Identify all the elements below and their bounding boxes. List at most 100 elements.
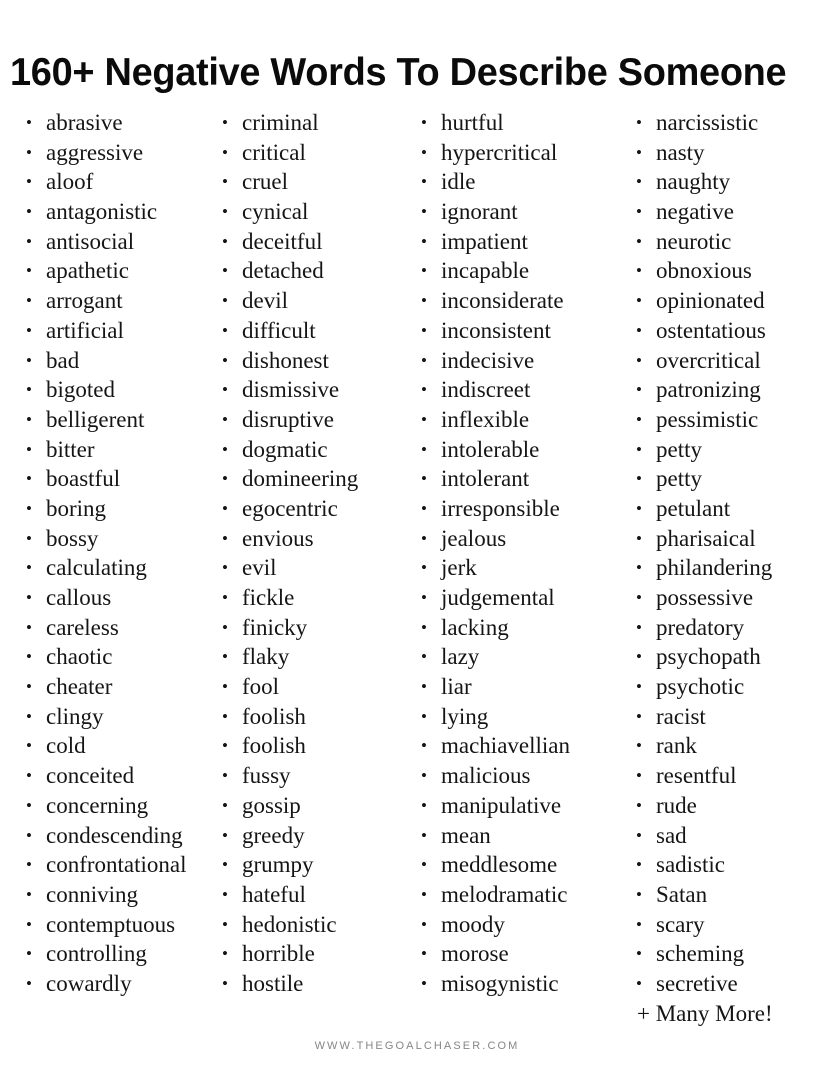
list-item: horrible xyxy=(218,939,416,969)
list-item: flaky xyxy=(218,642,416,672)
list-item: ignorant xyxy=(417,197,627,227)
list-item: scheming xyxy=(632,939,834,969)
list-item: belligerent xyxy=(22,405,218,435)
list-item: confrontational xyxy=(22,850,218,880)
list-item: psychopath xyxy=(632,642,834,672)
list-item: dogmatic xyxy=(218,435,416,465)
list-item: greedy xyxy=(218,821,416,851)
list-item: inconsistent xyxy=(417,316,627,346)
list-item: cold xyxy=(22,731,218,761)
list-item: indiscreet xyxy=(417,375,627,405)
list-item: rank xyxy=(632,731,834,761)
list-item: overcritical xyxy=(632,346,834,376)
list-item: egocentric xyxy=(218,494,416,524)
list-item: obnoxious xyxy=(632,256,834,286)
list-item: bitter xyxy=(22,435,218,465)
list-item: melodramatic xyxy=(417,880,627,910)
list-item: petty xyxy=(632,435,834,465)
word-columns: abrasiveaggressivealoofantagonisticantis… xyxy=(0,108,834,1026)
list-item: fickle xyxy=(218,583,416,613)
list-item: jealous xyxy=(417,524,627,554)
list-item: cheater xyxy=(22,672,218,702)
list-item: moody xyxy=(417,910,627,940)
list-item: calculating xyxy=(22,553,218,583)
list-item: conniving xyxy=(22,880,218,910)
list-item: abrasive xyxy=(22,108,218,138)
list-item: condescending xyxy=(22,821,218,851)
list-item: opinionated xyxy=(632,286,834,316)
list-item: chaotic xyxy=(22,642,218,672)
page-title: 160+ Negative Words To Describe Someone xyxy=(10,50,787,94)
list-item: hateful xyxy=(218,880,416,910)
list-item: psychotic xyxy=(632,672,834,702)
list-item: hurtful xyxy=(417,108,627,138)
list-item: concerning xyxy=(22,791,218,821)
list-item: hypercritical xyxy=(417,138,627,168)
list-item: intolerant xyxy=(417,464,627,494)
list-item: finicky xyxy=(218,613,416,643)
list-item: bossy xyxy=(22,524,218,554)
list-item: morose xyxy=(417,939,627,969)
list-item: pessimistic xyxy=(632,405,834,435)
list-item: scary xyxy=(632,910,834,940)
word-column-1: abrasiveaggressivealoofantagonisticantis… xyxy=(22,108,218,999)
poster-page: 160+ Negative Words To Describe Someone … xyxy=(0,0,834,1080)
list-item: apathetic xyxy=(22,256,218,286)
list-item: controlling xyxy=(22,939,218,969)
list-item: impatient xyxy=(417,227,627,257)
list-item: philandering xyxy=(632,553,834,583)
list-item: fussy xyxy=(218,761,416,791)
list-item: incapable xyxy=(417,256,627,286)
list-item: domineering xyxy=(218,464,416,494)
list-item: boring xyxy=(22,494,218,524)
list-item: narcissistic xyxy=(632,108,834,138)
list-item: lying xyxy=(417,702,627,732)
list-item: petulant xyxy=(632,494,834,524)
list-item: malicious xyxy=(417,761,627,791)
list-item: envious xyxy=(218,524,416,554)
list-item: boastful xyxy=(22,464,218,494)
list-item: foolish xyxy=(218,731,416,761)
list-item: gossip xyxy=(218,791,416,821)
word-list-2: criminalcriticalcruelcynicaldeceitfuldet… xyxy=(218,108,416,999)
list-item: jerk xyxy=(417,553,627,583)
list-item: contemptuous xyxy=(22,910,218,940)
word-column-3: hurtfulhypercriticalidleignorantimpatien… xyxy=(417,108,627,999)
list-item: sad xyxy=(632,821,834,851)
list-item: machiavellian xyxy=(417,731,627,761)
list-item: manipulative xyxy=(417,791,627,821)
list-item: detached xyxy=(218,256,416,286)
list-item: rude xyxy=(632,791,834,821)
list-item: dismissive xyxy=(218,375,416,405)
list-item: judgemental xyxy=(417,583,627,613)
list-item: dishonest xyxy=(218,346,416,376)
list-item: lacking xyxy=(417,613,627,643)
list-item: difficult xyxy=(218,316,416,346)
word-column-4: narcissisticnastynaughtynegativeneurotic… xyxy=(632,108,834,1028)
list-item: conceited xyxy=(22,761,218,791)
list-item: Satan xyxy=(632,880,834,910)
list-item: careless xyxy=(22,613,218,643)
list-item: deceitful xyxy=(218,227,416,257)
list-item: racist xyxy=(632,702,834,732)
list-item: arrogant xyxy=(22,286,218,316)
list-item: petty xyxy=(632,464,834,494)
list-item: naughty xyxy=(632,167,834,197)
list-item: misogynistic xyxy=(417,969,627,999)
list-item: inconsiderate xyxy=(417,286,627,316)
list-item: disruptive xyxy=(218,405,416,435)
list-item: ostentatious xyxy=(632,316,834,346)
list-item: aloof xyxy=(22,167,218,197)
list-item: secretive xyxy=(632,969,834,999)
list-item: patronizing xyxy=(632,375,834,405)
list-item: hedonistic xyxy=(218,910,416,940)
list-item: hostile xyxy=(218,969,416,999)
list-item: resentful xyxy=(632,761,834,791)
list-item: irresponsible xyxy=(417,494,627,524)
list-item: cowardly xyxy=(22,969,218,999)
list-item: liar xyxy=(417,672,627,702)
list-item: antisocial xyxy=(22,227,218,257)
list-item: clingy xyxy=(22,702,218,732)
word-list-1: abrasiveaggressivealoofantagonisticantis… xyxy=(22,108,218,999)
word-list-4: narcissisticnastynaughtynegativeneurotic… xyxy=(632,108,834,999)
